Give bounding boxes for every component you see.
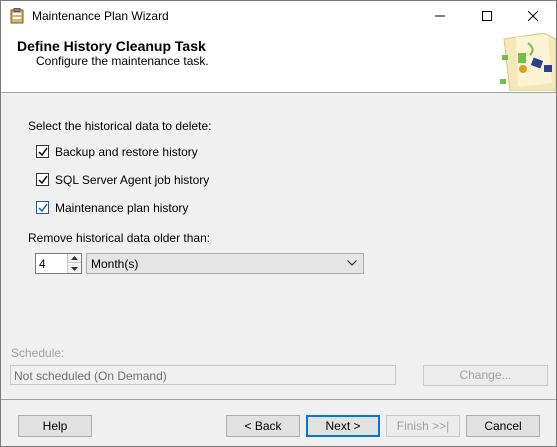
maximize-icon bbox=[482, 11, 492, 21]
close-icon bbox=[528, 11, 538, 21]
cancel-button[interactable]: Cancel bbox=[466, 415, 540, 437]
wizard-header: Define History Cleanup Task Configure th… bbox=[1, 31, 557, 93]
stepper-buttons bbox=[67, 254, 81, 273]
backup-restore-history-label[interactable]: Backup and restore history bbox=[55, 145, 198, 159]
page-subtitle: Configure the maintenance task. bbox=[36, 54, 209, 68]
back-button[interactable]: < Back bbox=[226, 415, 300, 437]
window-title: Maintenance Plan Wizard bbox=[32, 9, 169, 23]
agent-job-history-label[interactable]: SQL Server Agent job history bbox=[55, 173, 209, 187]
maximize-button[interactable] bbox=[464, 1, 510, 31]
wizard-window: Maintenance Plan Wizard Define History C… bbox=[0, 0, 557, 447]
help-button[interactable]: Help bbox=[18, 415, 92, 437]
select-history-label: Select the historical data to delete: bbox=[28, 119, 212, 133]
close-button[interactable] bbox=[510, 1, 556, 31]
age-unit-value: Month(s) bbox=[91, 257, 139, 271]
title-bar[interactable]: Maintenance Plan Wizard bbox=[1, 1, 556, 31]
minimize-button[interactable] bbox=[417, 1, 463, 31]
chevron-down-icon bbox=[347, 260, 357, 266]
checkmark-icon bbox=[38, 147, 48, 157]
wizard-banner-icon bbox=[496, 32, 557, 92]
page-title: Define History Cleanup Task bbox=[17, 38, 206, 54]
schedule-field: Not scheduled (On Demand) bbox=[10, 365, 396, 385]
schedule-label: Schedule: bbox=[11, 346, 65, 360]
arrow-up-icon bbox=[71, 256, 78, 260]
checkmark-icon bbox=[38, 203, 48, 213]
agent-job-history-checkbox[interactable] bbox=[36, 173, 49, 186]
maintenance-plan-history-checkbox[interactable] bbox=[36, 201, 49, 214]
arrow-down-icon bbox=[71, 266, 78, 271]
wizard-app-icon bbox=[9, 8, 25, 24]
schedule-value: Not scheduled (On Demand) bbox=[14, 369, 167, 383]
stepper-up-button[interactable] bbox=[68, 254, 81, 263]
finish-button[interactable]: Finish >>| bbox=[386, 415, 460, 437]
stepper-down-button[interactable] bbox=[68, 264, 81, 273]
change-schedule-button[interactable]: Change... bbox=[423, 365, 548, 386]
age-unit-dropdown[interactable]: Month(s) bbox=[86, 253, 364, 274]
next-button[interactable]: Next > bbox=[306, 415, 380, 437]
checkmark-icon bbox=[38, 175, 48, 185]
minimize-icon bbox=[435, 15, 445, 17]
remove-older-than-label: Remove historical data older than: bbox=[28, 231, 211, 245]
age-value-stepper[interactable]: 4 bbox=[35, 253, 82, 274]
age-value-text[interactable]: 4 bbox=[39, 257, 46, 271]
backup-restore-history-checkbox[interactable] bbox=[36, 145, 49, 158]
wizard-footer: Help < Back Next > Finish >>| Cancel bbox=[1, 400, 556, 446]
maintenance-plan-history-label[interactable]: Maintenance plan history bbox=[55, 201, 188, 215]
